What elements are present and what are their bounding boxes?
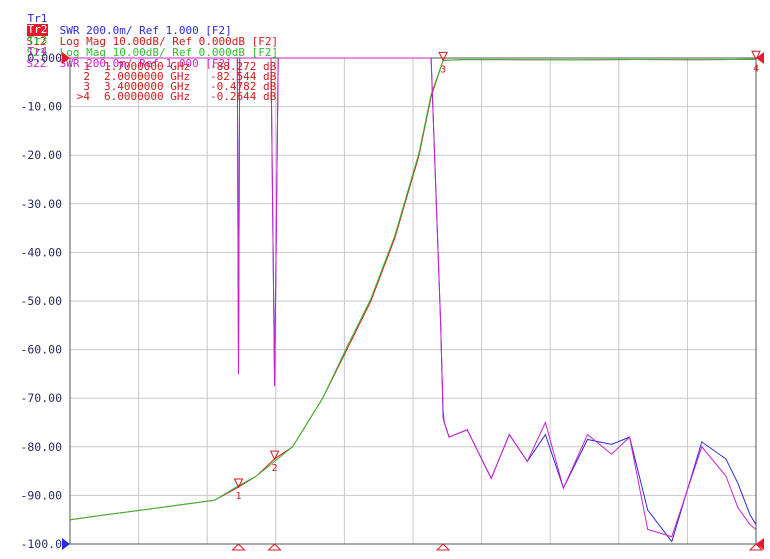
y-tick-label: -40.00 xyxy=(20,245,62,259)
y-tick-label: -20.00 xyxy=(20,148,62,162)
y-tick-label: -50.00 xyxy=(20,294,62,308)
marker-2-stimulus-icon xyxy=(267,543,282,551)
y-tick-label: -100.0 xyxy=(20,537,62,551)
marker-2-label: 2 xyxy=(272,463,278,474)
marker-3-icon xyxy=(438,51,448,62)
y-tick-label: -80.00 xyxy=(20,440,62,454)
y-tick-label: -90.00 xyxy=(20,488,62,502)
y-tick-label: -30.00 xyxy=(20,197,62,211)
vna-screen: Tr1 S11 SWR 200.0m/ Ref 1.000 [F2] Tr2 S… xyxy=(0,0,770,559)
reference-left-top-icon xyxy=(62,52,70,64)
reference-left-bottom-icon xyxy=(62,538,70,550)
marker-table-freq: 6.0000000 GHz xyxy=(104,90,190,103)
y-tick-label: -70.00 xyxy=(20,391,62,405)
marker-3-label: 3 xyxy=(440,64,446,75)
marker-1-label: 1 xyxy=(235,491,241,502)
marker-3-stimulus-icon xyxy=(435,543,451,551)
y-tick-label: -60.00 xyxy=(20,343,62,357)
chart-plot[interactable]: 0.000 -10.00 -20.00 -30.00 -40.00 -50.00 -60.0… xyxy=(0,0,770,559)
marker-4-label: 4 xyxy=(753,63,759,74)
marker-2-icon xyxy=(269,450,280,461)
marker-table-value: -0.2644 dB xyxy=(210,90,277,103)
marker-table: 1 1.7000000 GHz -88.272 dB2 2.0000000 GHz -8… xyxy=(77,60,277,103)
y-tick-label: 0.000 xyxy=(27,51,62,65)
reference-right-top-icon xyxy=(756,52,764,64)
y-tick-labels: 0.000 -10.00 -20.00 -30.00 -40.00 -50.00 -60.0… xyxy=(20,51,62,551)
grid-layer xyxy=(70,58,756,544)
y-tick-label: -10.00 xyxy=(20,100,62,114)
marker-table-id: >4 xyxy=(77,90,91,103)
marker-1-stimulus-icon xyxy=(231,543,246,551)
